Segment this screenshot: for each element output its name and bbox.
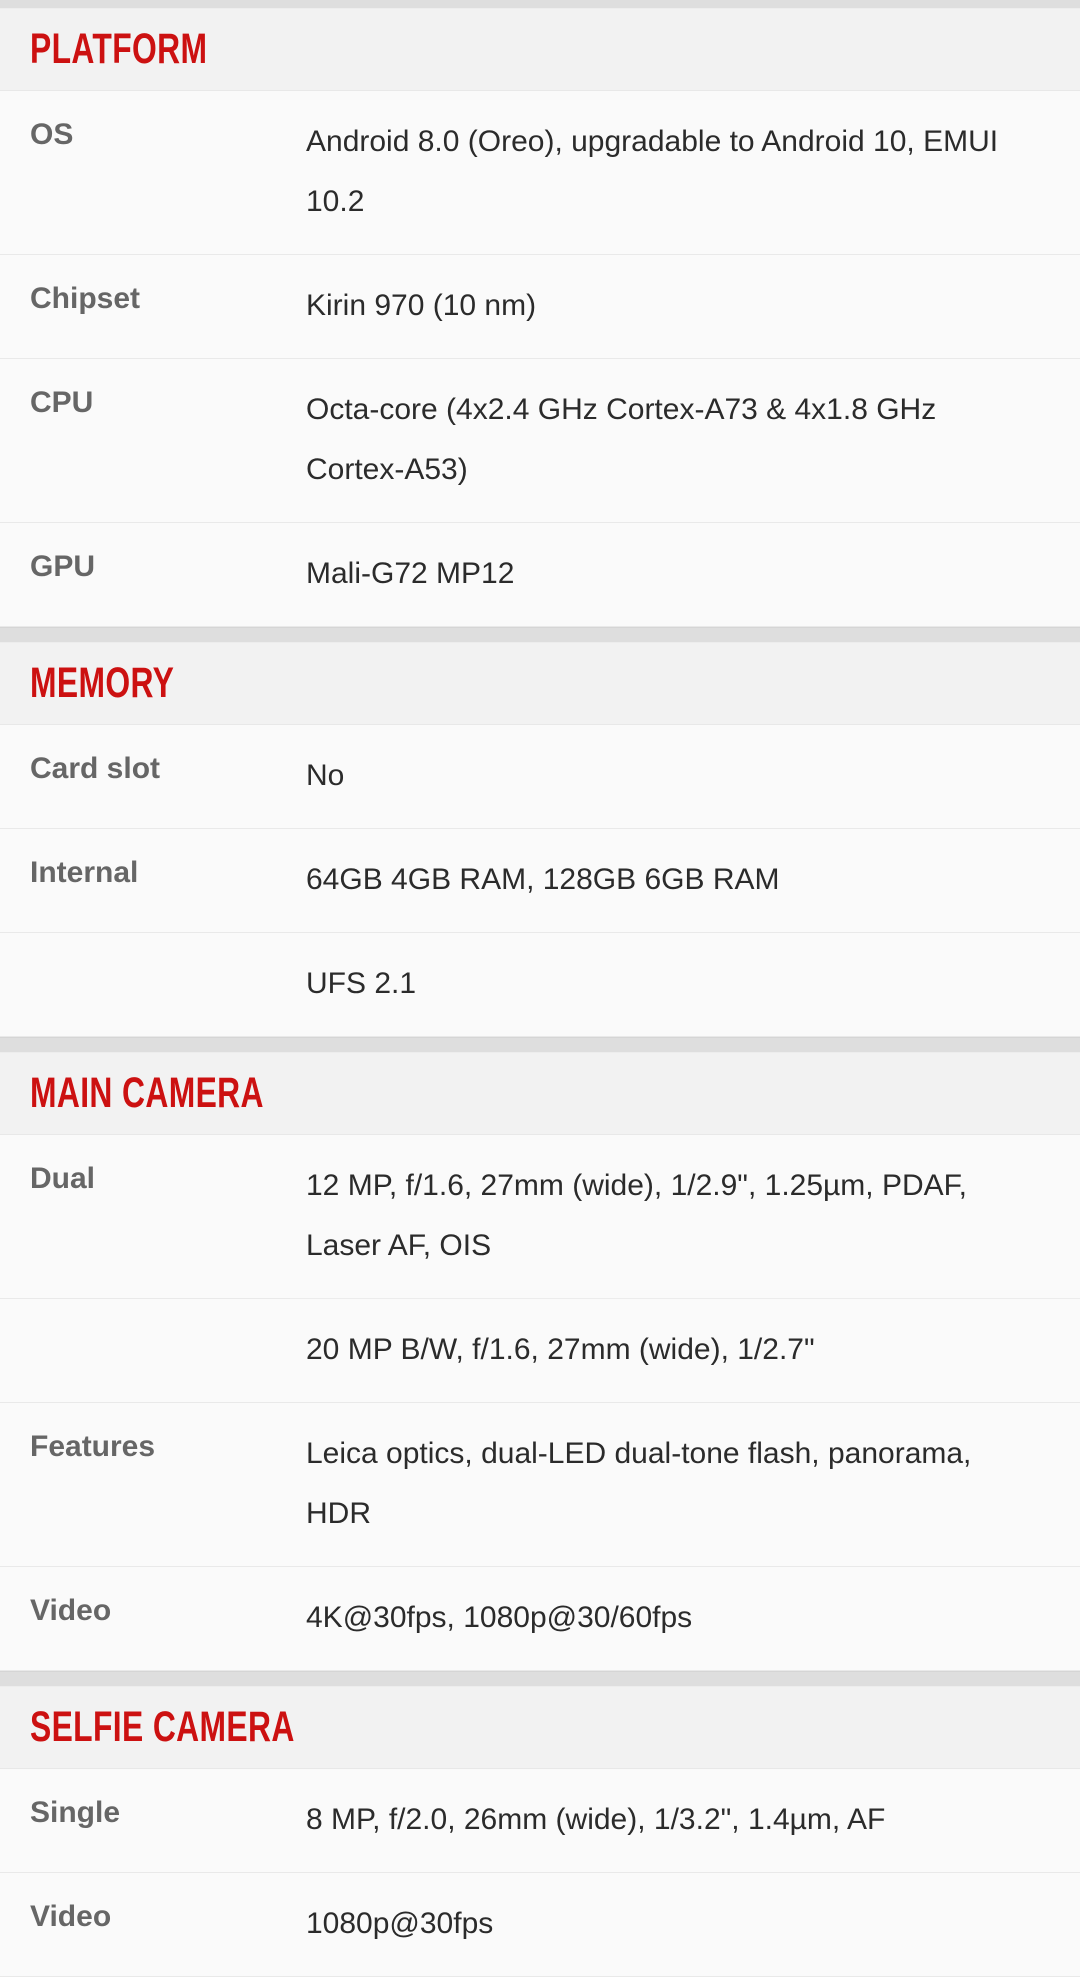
spec-row-label: Video: [30, 1594, 112, 1627]
spec-row: Features Leica optics, dual-LED dual-tone…: [0, 1403, 1080, 1567]
top-section-band: [0, 0, 1080, 9]
section-header-memory: MEMORY: [0, 643, 1080, 725]
spec-row-label: GPU: [30, 550, 96, 583]
spec-row: CPU Octa-core (4x2.4 GHz Cortex-A73 & 4x1…: [0, 359, 1080, 523]
spec-row-value: Kirin 970 (10 nm): [306, 289, 537, 322]
spec-row-label: Chipset: [30, 282, 141, 315]
spec-row-label: Dual: [30, 1162, 96, 1195]
section-header-main-camera: MAIN CAMERA: [0, 1053, 1080, 1135]
spec-row-value: Octa-core (4x2.4 GHz Cortex-A73 & 4x1.8 …: [306, 393, 937, 486]
spec-row: Internal 64GB 4GB RAM, 128GB 6GB RAM: [0, 829, 1080, 933]
section-separator-band: [0, 627, 1080, 643]
spec-row: Single 8 MP, f/2.0, 26mm (wide), 1/3.2", …: [0, 1769, 1080, 1873]
spec-row: GPU Mali-G72 MP12: [0, 523, 1080, 627]
spec-row-value: UFS 2.1: [306, 967, 417, 1000]
spec-row: 20 MP B/W, f/1.6, 27mm (wide), 1/2.7": [0, 1298, 1080, 1403]
spec-row-label: Video: [30, 1900, 112, 1933]
spec-row: UFS 2.1: [0, 933, 1080, 1037]
spec-row-value: Android 8.0 (Oreo), upgradable to Androi…: [306, 125, 999, 218]
spec-row-value: Mali-G72 MP12: [306, 557, 515, 590]
spec-row: Video 4K@30fps, 1080p@30/60fps: [0, 1567, 1080, 1671]
section-header-platform: PLATFORM: [0, 9, 1080, 91]
section-title: MAIN CAMERA: [30, 1069, 264, 1117]
section-header-selfie-camera: SELFIE CAMERA: [0, 1687, 1080, 1769]
spec-row: OS Android 8.0 (Oreo), upgradable to Andr…: [0, 91, 1080, 255]
spec-row-value: 4K@30fps, 1080p@30/60fps: [306, 1601, 693, 1634]
spec-row-label: Features: [30, 1430, 156, 1463]
spec-row-label: CPU: [30, 386, 94, 419]
section-title: SELFIE CAMERA: [30, 1703, 295, 1751]
section-title: PLATFORM: [30, 25, 208, 73]
spec-row: Video 1080p@30fps: [0, 1873, 1080, 1977]
section-separator-band: [0, 1671, 1080, 1687]
spec-row: Chipset Kirin 970 (10 nm): [0, 255, 1080, 359]
spec-row-value: 64GB 4GB RAM, 128GB 6GB RAM: [306, 863, 780, 896]
spec-row: Card slot No: [0, 725, 1080, 829]
spec-row: Dual 12 MP, f/1.6, 27mm (wide), 1/2.9", 1…: [0, 1135, 1080, 1299]
spec-row-value: 12 MP, f/1.6, 27mm (wide), 1/2.9", 1.25µ…: [306, 1169, 967, 1262]
spec-row-label: Single: [30, 1796, 121, 1829]
section-title: MEMORY: [30, 659, 175, 707]
spec-row-label: OS: [30, 118, 74, 151]
spec-row-value: No: [306, 759, 345, 792]
spec-sheet-page: PLATFORM OS Android 8.0 (Oreo), upgradable…: [0, 0, 1080, 1977]
spec-row-label: Card slot: [30, 752, 161, 785]
spec-row-value: Leica optics, dual-LED dual-tone flash, …: [306, 1437, 972, 1530]
spec-row-value: 8 MP, f/2.0, 26mm (wide), 1/3.2", 1.4µm,…: [306, 1803, 886, 1836]
spec-row-label: Internal: [30, 856, 139, 889]
spec-sections-container: PLATFORM OS Android 8.0 (Oreo), upgradable…: [0, 9, 1080, 1977]
spec-row-value: 1080p@30fps: [306, 1907, 494, 1940]
section-separator-band: [0, 1037, 1080, 1053]
spec-row-value: 20 MP B/W, f/1.6, 27mm (wide), 1/2.7": [306, 1333, 815, 1366]
